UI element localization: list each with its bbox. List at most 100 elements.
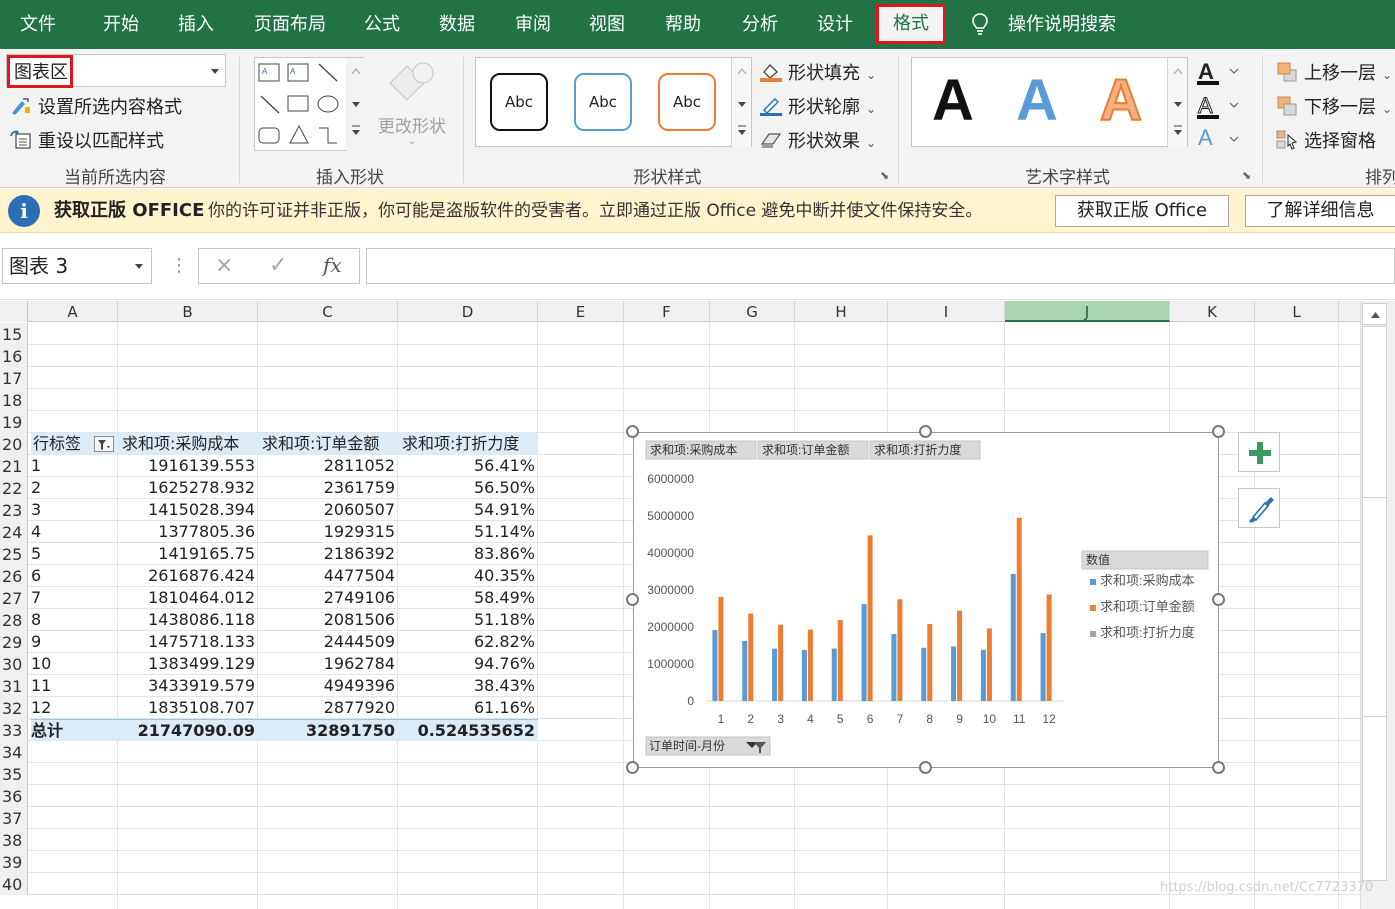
insert-shapes-gallery[interactable]: A A [254,57,365,152]
resize-handle-left[interactable] [626,593,639,606]
pivot-value-cell[interactable]: 1916139.553 [118,455,258,477]
pivot-value-cell[interactable]: 56.41% [398,455,538,477]
wordart-style-black[interactable]: A [932,66,974,136]
tab-page-layout[interactable]: 页面布局 [240,0,340,49]
row-header-29[interactable]: 29 [0,631,28,653]
pivot-value-cell[interactable]: 2877920 [258,697,398,719]
row-header-35[interactable]: 35 [0,763,28,785]
pivot-header-cell[interactable]: 求和项:采购成本 [118,433,258,455]
pivot-value-cell[interactable]: 1383499.129 [118,653,258,675]
pivot-value-cell[interactable]: 1810464.012 [118,587,258,609]
pivot-row-label[interactable]: 11 [31,675,118,697]
resize-handle-top[interactable] [919,425,932,438]
pivot-value-cell[interactable]: 54.91% [398,499,538,521]
row-header-20[interactable]: 20 [0,433,28,455]
selection-pane-button[interactable]: 选择窗格 [1276,127,1376,153]
resize-handle-top-right[interactable] [1212,425,1225,438]
cancel-icon[interactable]: × [215,253,233,278]
chart-elements-combo[interactable]: 图表区 [6,54,226,88]
row-header-23[interactable]: 23 [0,499,28,521]
tab-review[interactable]: 审阅 [498,0,568,49]
pivot-value-cell[interactable]: 2081506 [258,609,398,631]
pivot-total-cell[interactable]: 0.524535652 [398,719,538,741]
row-header-24[interactable]: 24 [0,521,28,543]
column-header-l[interactable]: L [1255,301,1339,322]
row-header-34[interactable]: 34 [0,741,28,763]
row-header-39[interactable]: 39 [0,851,28,873]
row-header-15[interactable]: 15 [0,323,28,345]
pivot-total-cell[interactable]: 21747090.09 [118,719,258,741]
row-header-38[interactable]: 38 [0,829,28,851]
tell-me-search[interactable]: 操作说明搜索 [1008,0,1116,49]
pivot-value-cell[interactable]: 83.86% [398,543,538,565]
pivot-row-label[interactable]: 9 [31,631,118,653]
wordart-style-orange[interactable]: A [1099,66,1143,136]
tab-insert[interactable]: 插入 [160,0,232,49]
pivot-row-label[interactable]: 8 [31,609,118,631]
pivot-value-cell[interactable]: 1929315 [258,521,398,543]
row-header-17[interactable]: 17 [0,367,28,389]
row-header-40[interactable]: 40 [0,873,28,895]
pivot-value-cell[interactable]: 51.14% [398,521,538,543]
scroll-thumb[interactable] [1362,497,1387,717]
tab-view[interactable]: 视图 [572,0,642,49]
row-header-16[interactable]: 16 [0,345,28,367]
column-header-d[interactable]: D [398,301,538,322]
pivot-total-label[interactable]: 总计 [31,719,118,741]
pivot-row-label[interactable]: 1 [31,455,118,477]
pivot-value-cell[interactable]: 2060507 [258,499,398,521]
pivot-value-cell[interactable]: 1625278.932 [118,477,258,499]
pivot-value-cell[interactable]: 3433919.579 [118,675,258,697]
pivot-value-cell[interactable]: 2186392 [258,543,398,565]
shape-style-dark[interactable]: Abc [490,73,548,131]
pivot-chart[interactable]: 求和项:采购成本 求和项:订单金额 求和项:打折力度 订单时间-月份 0 1000000 2… [633,432,1219,768]
shape-styles-scroll[interactable] [731,58,751,148]
row-header-18[interactable]: 18 [0,389,28,411]
shape-fill-button[interactable]: 形状填充 ⌄ [760,59,876,85]
row-header-22[interactable]: 22 [0,477,28,499]
column-header-k[interactable]: K [1170,301,1255,322]
insert-function-icon[interactable]: fx [323,253,342,277]
text-fill-outline-effects-icons[interactable]: A A A [1196,57,1244,157]
tab-home[interactable]: 开始 [86,0,156,49]
resize-handle-icon[interactable]: ⋮ [170,255,188,276]
resize-handle-bottom-right[interactable] [1212,761,1225,774]
shape-style-blue[interactable]: Abc [574,73,632,131]
pivot-row-label[interactable]: 5 [31,543,118,565]
tab-format[interactable]: 格式 [876,4,946,44]
column-header-c[interactable]: C [258,301,398,322]
row-header-30[interactable]: 30 [0,653,28,675]
column-header-a[interactable]: A [28,301,118,322]
tab-data[interactable]: 数据 [422,0,492,49]
pivot-value-cell[interactable]: 62.82% [398,631,538,653]
row-header-21[interactable]: 21 [0,455,28,477]
filter-icon[interactable] [94,436,114,452]
pivot-value-cell[interactable]: 56.50% [398,477,538,499]
name-box[interactable]: 图表 3 [2,248,152,284]
pivot-value-cell[interactable]: 58.49% [398,587,538,609]
pivot-row-label[interactable]: 10 [31,653,118,675]
pivot-value-cell[interactable]: 1377805.36 [118,521,258,543]
resize-handle-bottom[interactable] [919,761,932,774]
column-header-g[interactable]: G [710,301,795,322]
resize-handle-bottom-left[interactable] [626,761,639,774]
bring-forward-button[interactable]: 上移一层 ⌄ [1276,59,1392,85]
pivot-value-cell[interactable]: 4477504 [258,565,398,587]
shape-styles-gallery[interactable]: Abc Abc Abc [475,57,752,148]
shape-effects-button[interactable]: 形状效果 ⌄ [760,127,876,153]
row-header-19[interactable]: 19 [0,411,28,433]
dialog-launcher-icon[interactable]: ⬊ [880,169,889,182]
row-header-27[interactable]: 27 [0,587,28,609]
pivot-row-label[interactable]: 12 [31,697,118,719]
pivot-total-cell[interactable]: 32891750 [258,719,398,741]
row-header-33[interactable]: 33 [0,719,28,741]
row-header-26[interactable]: 26 [0,565,28,587]
get-genuine-office-button[interactable]: 获取正版 Office [1055,195,1229,227]
wordart-scroll[interactable] [1167,58,1187,148]
tab-analyze[interactable]: 分析 [725,0,795,49]
pivot-row-label[interactable]: 3 [31,499,118,521]
pivot-value-cell[interactable]: 1475718.133 [118,631,258,653]
column-header-i[interactable]: I [888,301,1005,322]
resize-handle-top-left[interactable] [626,425,639,438]
column-header-j[interactable]: J [1005,301,1170,322]
